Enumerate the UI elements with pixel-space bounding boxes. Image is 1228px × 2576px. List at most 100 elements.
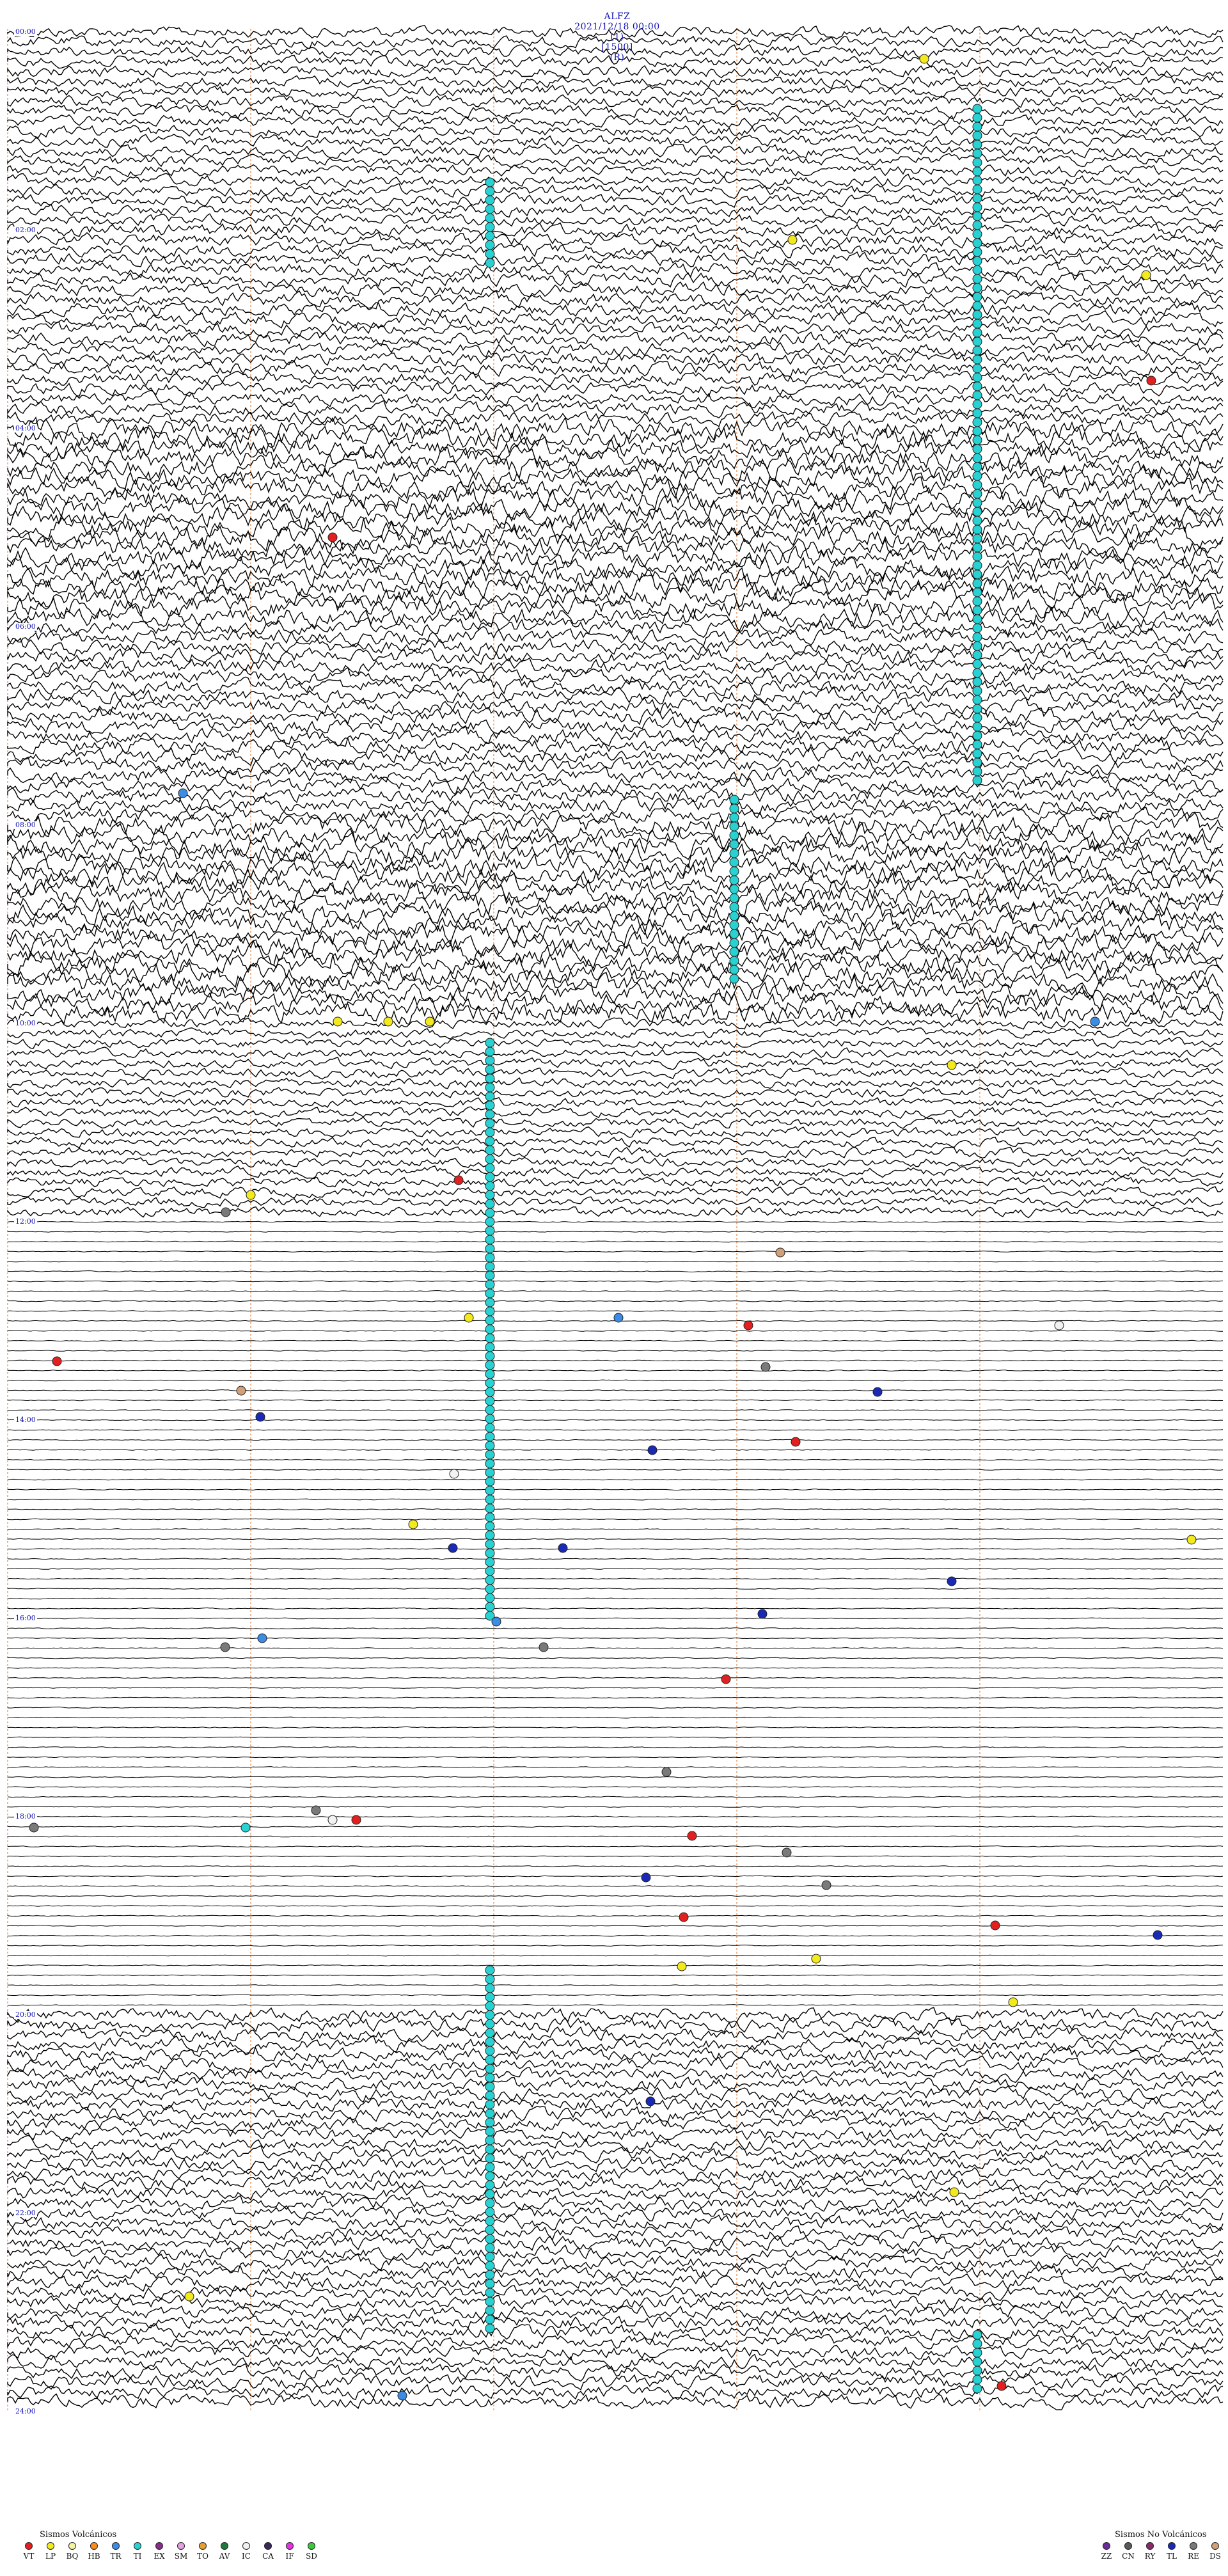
trace-line [7, 745, 1224, 766]
trace-line [7, 2244, 1224, 2261]
trace-line [7, 1156, 1224, 1169]
trace-line [7, 1221, 1224, 1223]
event-marker-ti [485, 1494, 495, 1505]
trace-line [7, 1657, 1224, 1659]
trace-line [7, 1885, 1224, 1887]
event-marker-ti [485, 222, 495, 232]
event-marker-ti [485, 1539, 495, 1549]
trace-line [7, 1206, 1224, 1219]
trace-line [7, 574, 1224, 601]
event-marker-ti [972, 113, 982, 123]
event-marker-lp [811, 1954, 821, 1964]
event-marker-ti [485, 1100, 495, 1110]
event-marker-ti [972, 274, 982, 284]
event-marker-ti [485, 1136, 495, 1146]
trace-line [7, 213, 1224, 228]
legend-item-bq: BQ [63, 2542, 82, 2561]
trace-line [7, 1498, 1223, 1501]
event-marker-ic [449, 1469, 459, 1479]
event-marker-ti [972, 775, 982, 786]
event-marker-ti [485, 2234, 495, 2244]
event-marker-ti [485, 1082, 495, 1093]
event-marker-ti [972, 328, 982, 338]
trace-line [7, 2214, 1224, 2232]
trace-line [7, 1359, 1224, 1362]
event-marker-vt [52, 1356, 62, 1366]
event-marker-ti [485, 177, 495, 187]
event-marker-ti [729, 839, 739, 849]
event-marker-ti [485, 195, 495, 205]
event-marker-ti [972, 175, 982, 186]
legend-code: SD [306, 2552, 317, 2561]
event-marker-ti [485, 2180, 495, 2190]
trace-line [7, 1458, 1224, 1461]
legend-item-ic: IC [237, 2542, 256, 2561]
trace-line [7, 1126, 1224, 1138]
event-marker-ti [972, 292, 982, 302]
hour-label: 02:00 [14, 226, 37, 234]
event-marker-ti [485, 1423, 495, 1433]
trace-line [7, 1146, 1224, 1159]
legend-item-sd: SD [302, 2542, 321, 2561]
event-marker-ds [236, 1386, 246, 1396]
event-marker-ti [972, 130, 982, 141]
seismic-traces [7, 25, 1224, 2411]
event-marker-ti [972, 2348, 982, 2358]
plot-datetime: 2021/12/18 00:00 [574, 22, 660, 32]
legend-dot-hb [90, 2542, 98, 2550]
event-marker-re [821, 1880, 831, 1890]
event-marker-ti [485, 1306, 495, 1316]
event-marker-ti [972, 2366, 982, 2376]
event-marker-ti [485, 2323, 495, 2334]
event-marker-ti [729, 956, 739, 966]
event-marker-ti [485, 249, 495, 259]
event-marker-ti [485, 1557, 495, 1567]
trace-line [7, 1017, 1224, 1030]
event-marker-ti [972, 2357, 982, 2367]
trace-line [7, 1895, 1224, 1897]
trace-line [7, 321, 1224, 338]
trace-line [7, 1231, 1224, 1233]
trace-line [7, 2372, 1224, 2391]
event-marker-ti [485, 1593, 495, 1603]
trace-line [7, 164, 1224, 178]
trace-line [7, 1370, 1224, 1371]
event-marker-tl [255, 1412, 265, 1422]
event-marker-lp [464, 1313, 474, 1323]
trace-line [7, 1597, 1224, 1600]
trace-line [7, 1300, 1224, 1302]
event-marker-ti [485, 2288, 495, 2298]
event-marker-tr [397, 2390, 407, 2401]
event-marker-ti [485, 1047, 495, 1057]
hour-label: 22:00 [14, 2209, 37, 2217]
trace-line [7, 1136, 1224, 1149]
event-marker-ti [485, 2243, 495, 2253]
event-marker-tl [947, 1576, 957, 1586]
legend-dot-sm [177, 2542, 185, 2550]
hour-label: 00:00 [14, 28, 37, 36]
legend-code: EX [154, 2552, 165, 2561]
event-marker-ti [729, 830, 739, 841]
legend-code: RY [1144, 2552, 1156, 2561]
event-marker-ti [485, 1055, 495, 1066]
hour-label: 16:00 [14, 1614, 37, 1622]
event-marker-ti [485, 1503, 495, 1513]
event-marker-ti [972, 507, 982, 517]
event-marker-ti [485, 1109, 495, 1119]
legend-dot-vt [25, 2542, 33, 2550]
trace-line [7, 1568, 1224, 1570]
trace-line [7, 351, 1224, 367]
trace-line [7, 1528, 1224, 1530]
event-marker-vt [687, 1831, 697, 1841]
event-marker-ti [485, 1163, 495, 1173]
legend-dot-zz [1103, 2542, 1110, 2550]
event-marker-ti [972, 632, 982, 642]
hour-label: 18:00 [14, 1812, 37, 1821]
event-marker-ti [972, 444, 982, 454]
event-marker-ti [972, 731, 982, 741]
legend-dot-tr [112, 2542, 120, 2550]
trace-line [7, 381, 1224, 397]
trace-line [7, 1538, 1223, 1540]
trace-line [7, 1766, 1224, 1768]
event-marker-ti [485, 2135, 495, 2145]
